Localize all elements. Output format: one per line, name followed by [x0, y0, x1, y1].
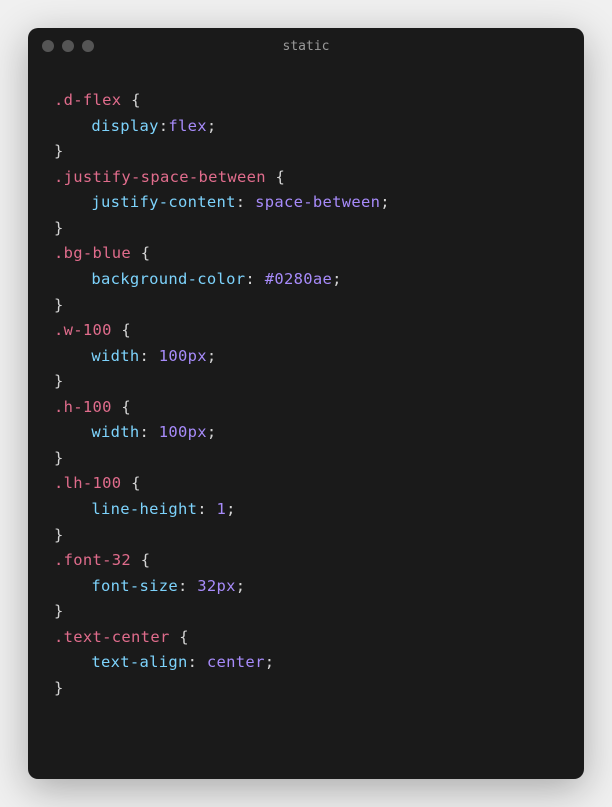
code-line-close: } — [54, 676, 558, 702]
close-brace: } — [54, 219, 64, 237]
semicolon: ; — [332, 270, 342, 288]
window-title: static — [28, 39, 584, 54]
code-line-close: } — [54, 599, 558, 625]
colon: : — [245, 270, 264, 288]
colon: : — [178, 577, 197, 595]
code-line-declaration: justify-content: space-between; — [54, 190, 558, 216]
css-value: #0280ae — [265, 270, 332, 288]
open-brace: { — [121, 91, 140, 109]
css-selector: .justify-space-between — [54, 168, 266, 186]
semicolon: ; — [207, 117, 217, 135]
titlebar: static — [28, 28, 584, 64]
code-line-declaration: display:flex; — [54, 114, 558, 140]
css-selector: .text-center — [54, 628, 170, 646]
css-property: width — [91, 347, 139, 365]
code-line-declaration: width: 100px; — [54, 420, 558, 446]
colon: : — [139, 347, 158, 365]
close-brace: } — [54, 372, 64, 390]
css-value: 100px — [159, 347, 207, 365]
css-value: 32px — [197, 577, 236, 595]
css-selector: .h-100 — [54, 398, 112, 416]
minimize-icon[interactable] — [62, 40, 74, 52]
close-brace: } — [54, 526, 64, 544]
open-brace: { — [131, 244, 150, 262]
close-brace: } — [54, 296, 64, 314]
code-line-selector: .h-100 { — [54, 395, 558, 421]
code-line-close: } — [54, 523, 558, 549]
traffic-lights — [42, 40, 94, 52]
css-property: width — [91, 423, 139, 441]
semicolon: ; — [226, 500, 236, 518]
close-brace: } — [54, 449, 64, 467]
css-selector: .d-flex — [54, 91, 121, 109]
code-line-selector: .w-100 { — [54, 318, 558, 344]
semicolon: ; — [380, 193, 390, 211]
code-line-selector: .d-flex { — [54, 88, 558, 114]
code-window: static .d-flex {display:flex;}.justify-s… — [28, 28, 584, 779]
open-brace: { — [266, 168, 285, 186]
close-brace: } — [54, 602, 64, 620]
code-line-close: } — [54, 216, 558, 242]
code-line-declaration: text-align: center; — [54, 650, 558, 676]
open-brace: { — [170, 628, 189, 646]
css-property: background-color — [91, 270, 245, 288]
css-value: space-between — [255, 193, 380, 211]
code-line-close: } — [54, 139, 558, 165]
code-line-declaration: line-height: 1; — [54, 497, 558, 523]
code-line-selector: .font-32 { — [54, 548, 558, 574]
colon: : — [197, 500, 216, 518]
maximize-icon[interactable] — [82, 40, 94, 52]
code-line-selector: .justify-space-between { — [54, 165, 558, 191]
semicolon: ; — [236, 577, 246, 595]
semicolon: ; — [265, 653, 275, 671]
code-line-selector: .lh-100 { — [54, 471, 558, 497]
code-line-selector: .text-center { — [54, 625, 558, 651]
code-line-close: } — [54, 293, 558, 319]
css-selector: .w-100 — [54, 321, 112, 339]
close-icon[interactable] — [42, 40, 54, 52]
semicolon: ; — [207, 423, 217, 441]
css-selector: .lh-100 — [54, 474, 121, 492]
css-property: text-align — [91, 653, 187, 671]
open-brace: { — [112, 321, 131, 339]
colon: : — [159, 117, 169, 135]
code-area: .d-flex {display:flex;}.justify-space-be… — [28, 64, 584, 779]
code-line-declaration: font-size: 32px; — [54, 574, 558, 600]
css-property: display — [91, 117, 158, 135]
css-property: line-height — [91, 500, 197, 518]
code-line-close: } — [54, 446, 558, 472]
css-value: flex — [168, 117, 207, 135]
css-selector: .font-32 — [54, 551, 131, 569]
code-line-selector: .bg-blue { — [54, 241, 558, 267]
colon: : — [139, 423, 158, 441]
open-brace: { — [131, 551, 150, 569]
close-brace: } — [54, 679, 64, 697]
code-line-close: } — [54, 369, 558, 395]
css-value: center — [207, 653, 265, 671]
semicolon: ; — [207, 347, 217, 365]
code-line-declaration: background-color: #0280ae; — [54, 267, 558, 293]
code-line-declaration: width: 100px; — [54, 344, 558, 370]
colon: : — [188, 653, 207, 671]
open-brace: { — [112, 398, 131, 416]
css-property: justify-content — [91, 193, 235, 211]
css-selector: .bg-blue — [54, 244, 131, 262]
close-brace: } — [54, 142, 64, 160]
css-property: font-size — [91, 577, 178, 595]
css-value: 100px — [159, 423, 207, 441]
open-brace: { — [121, 474, 140, 492]
colon: : — [236, 193, 255, 211]
css-value: 1 — [217, 500, 227, 518]
